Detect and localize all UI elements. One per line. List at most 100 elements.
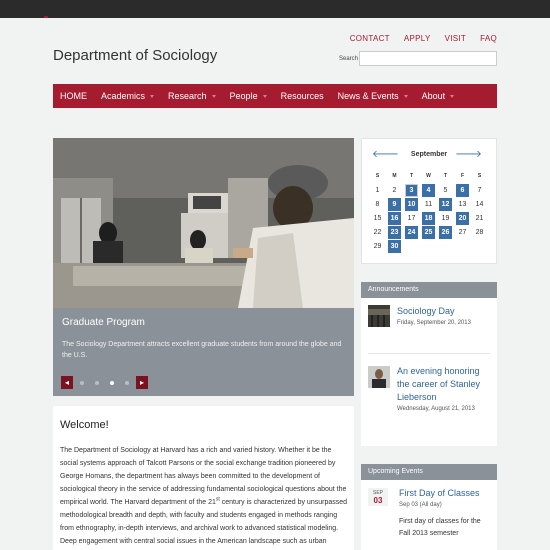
chevron-down-icon: [262, 94, 267, 98]
search-label: Search: [339, 56, 359, 62]
calendar-day: 7: [477, 187, 482, 194]
nav-item-label: Research: [168, 91, 207, 101]
chevron-down-icon: [211, 94, 216, 98]
chevron-right-icon: ▸: [139, 378, 144, 387]
calendar-day: 13: [458, 201, 467, 208]
nav-item-label: Resources: [280, 91, 324, 101]
main-nav: HOME Academics Research People Resources…: [53, 84, 497, 108]
upcoming-events-panel: SEP 03 First Day of Classes Sep 03 (All …: [361, 480, 497, 550]
slide-description: The Sociology Department attracts excell…: [62, 341, 342, 359]
announcements-panel: Sociology Day Friday, September 20, 2013…: [361, 298, 497, 446]
announcement-thumbnail[interactable]: [368, 305, 390, 327]
slider-dot-1[interactable]: [80, 380, 84, 385]
calendar-day[interactable]: 9: [388, 198, 401, 211]
nav-item-news-events[interactable]: News & Events: [331, 84, 415, 108]
calendar-weekday: T: [443, 173, 448, 179]
utility-link-faq[interactable]: FAQ: [480, 34, 497, 43]
nav-item-label: HOME: [60, 91, 87, 101]
chevron-left-icon: ◂: [64, 378, 69, 387]
calendar-day: 1: [375, 187, 380, 194]
calendar-day[interactable]: 10: [405, 198, 418, 211]
calendar-header: 🡐 September 🡒: [362, 148, 496, 162]
calendar-day[interactable]: 6: [456, 184, 469, 197]
welcome-body-part1: The Department of Sociology at Harvard h…: [60, 447, 347, 506]
nav-item-resources[interactable]: Resources: [274, 84, 331, 108]
calendar-day[interactable]: 23: [388, 226, 401, 239]
slider-dot-2[interactable]: [95, 380, 99, 385]
calendar-day[interactable]: 4: [422, 184, 435, 197]
calendar-day: 15: [373, 215, 382, 222]
nav-item-home[interactable]: HOME: [53, 84, 94, 108]
calendar-day[interactable]: 26: [439, 226, 452, 239]
calendar-weekday: S: [375, 173, 380, 179]
utility-link-apply[interactable]: APPLY: [404, 34, 431, 43]
nav-item-people[interactable]: People: [223, 84, 274, 108]
calendar-weekday: F: [460, 173, 465, 179]
calendar-day[interactable]: 3: [405, 184, 418, 197]
chevron-down-icon: [403, 94, 408, 98]
welcome-heading: Welcome!: [60, 419, 109, 431]
utility-link-visit[interactable]: VISIT: [445, 34, 467, 43]
calendar-day[interactable]: 25: [422, 226, 435, 239]
slider-dot-4[interactable]: [125, 380, 129, 385]
calendar-day[interactable]: 30: [388, 240, 401, 253]
nav-item-label: Academics: [101, 91, 146, 101]
image-slider: Graduate Program The Sociology Departmen…: [53, 138, 354, 396]
nav-item-academics[interactable]: Academics: [94, 84, 161, 108]
slide-caption: Graduate Program The Sociology Departmen…: [53, 308, 354, 396]
calendar-weekday: W: [426, 173, 431, 179]
nav-item-label: People: [229, 91, 258, 101]
calendar-next-arrow-icon[interactable]: 🡒: [455, 148, 482, 160]
nav-item-label: About: [421, 91, 446, 101]
calendar-day[interactable]: 16: [388, 212, 401, 225]
calendar-day: 19: [441, 215, 450, 222]
slider-pager: ◂ ▸: [61, 376, 148, 389]
calendar-weekday: M: [392, 173, 397, 179]
divider: [368, 353, 490, 354]
announcements-heading: Announcements: [361, 282, 497, 298]
utility-link-contact[interactable]: CONTACT: [350, 34, 390, 43]
calendar-day[interactable]: 12: [439, 198, 452, 211]
slider-dot-3[interactable]: [110, 380, 114, 385]
event-description: First day of classes for the Fall 2013 s…: [399, 518, 481, 537]
calendar-day: 11: [424, 201, 433, 208]
calendar-day: 22: [373, 229, 382, 236]
calendar-day: 5: [443, 187, 448, 194]
slider-next-button[interactable]: ▸: [136, 376, 148, 389]
event-time: Sep 03 (All day): [399, 502, 442, 508]
calendar-day: 8: [375, 201, 380, 208]
nav-item-research[interactable]: Research: [161, 84, 223, 108]
calendar-day[interactable]: 20: [456, 212, 469, 225]
calendar-grid: S M T W T F S 1 2 3 4 5 6 7 8 9 10 11 12 13 14 15 16 17 18 19 20 21…: [371, 170, 486, 253]
welcome-body-part2: century is characterized by unsurpassed …: [60, 499, 348, 545]
slider-prev-button[interactable]: ◂: [61, 376, 73, 389]
calendar-weekday: S: [477, 173, 482, 179]
calendar-day: 28: [475, 229, 484, 236]
announcement-title[interactable]: Sociology Day: [397, 305, 491, 318]
chevron-down-icon: [150, 94, 155, 98]
search-input[interactable]: [359, 51, 497, 66]
announcement-date: Wednesday, August 21, 2013: [397, 406, 475, 412]
calendar-day: 21: [475, 215, 484, 222]
top-bar: [0, 0, 550, 18]
top-bar-accent: [44, 16, 48, 18]
event-day: 03: [373, 496, 383, 505]
calendar-day: 14: [475, 201, 484, 208]
slide-photo[interactable]: [53, 138, 354, 308]
nav-item-about[interactable]: About: [415, 84, 462, 108]
announcement-thumbnail[interactable]: [368, 366, 390, 388]
announcement-title[interactable]: An evening honoring the career of Stanle…: [397, 365, 491, 404]
event-title[interactable]: First Day of Classes: [399, 488, 480, 498]
utility-nav: CONTACT APPLY VISIT FAQ: [350, 34, 497, 43]
site-title[interactable]: Department of Sociology: [53, 47, 217, 64]
upcoming-events-heading: Upcoming Events: [361, 464, 497, 480]
calendar-widget: 🡐 September 🡒 S M T W T F S 1 2 3 4 5 6 7 8 9 10 11 12 13 14…: [361, 138, 497, 264]
calendar-day[interactable]: 24: [405, 226, 418, 239]
welcome-body: The Department of Sociology at Harvard h…: [60, 444, 349, 550]
calendar-day: 2: [392, 187, 397, 194]
event-date-badge: SEP 03: [368, 488, 388, 506]
slide-title[interactable]: Graduate Program: [62, 317, 145, 328]
calendar-weekday: T: [409, 173, 414, 179]
calendar-day[interactable]: 18: [422, 212, 435, 225]
calendar-day: 17: [407, 215, 416, 222]
